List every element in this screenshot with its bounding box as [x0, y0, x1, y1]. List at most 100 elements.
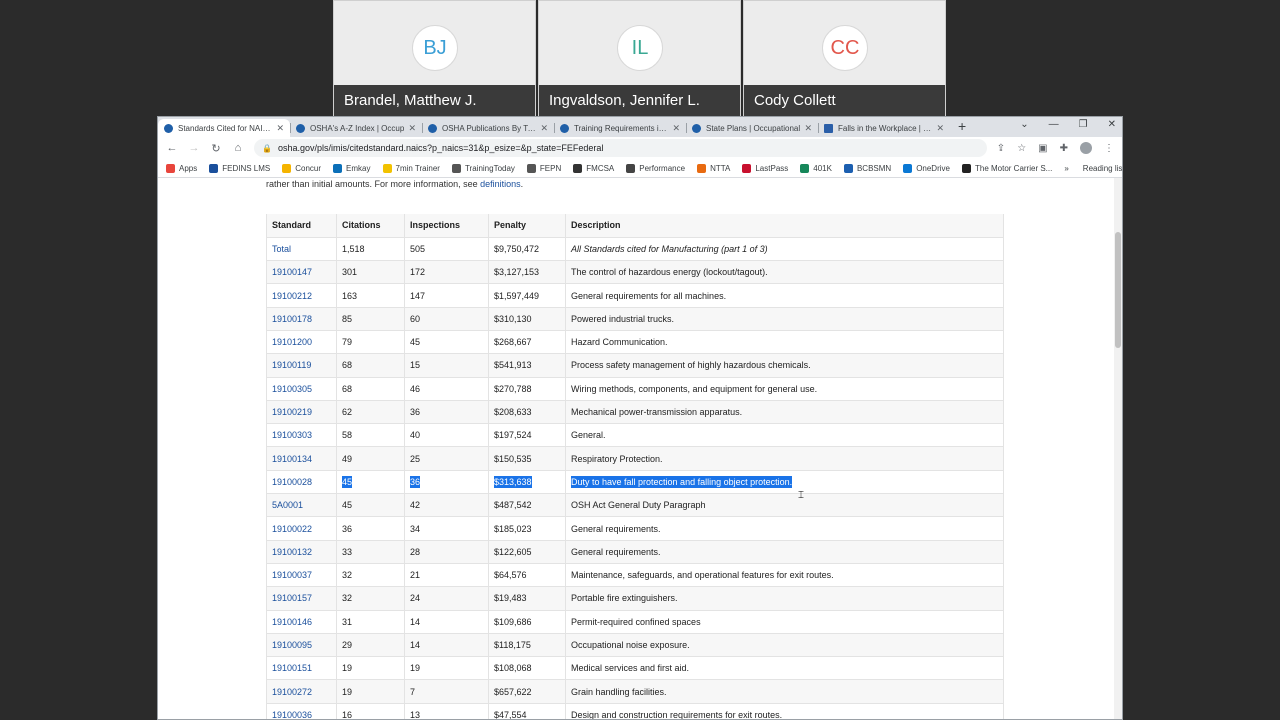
bookmark-item[interactable]: FMCSA: [573, 163, 614, 173]
cell-text[interactable]: 19101200: [272, 337, 312, 347]
participant-tile[interactable]: BJ Brandel, Matthew J.: [333, 0, 536, 117]
definitions-link[interactable]: definitions: [480, 179, 521, 189]
cell-standard[interactable]: 5A0001: [266, 493, 337, 518]
header-penalty[interactable]: Penalty: [488, 214, 566, 238]
bookmark-item[interactable]: TrainingToday: [451, 163, 515, 173]
cell-standard[interactable]: 19100147: [266, 260, 337, 285]
back-icon[interactable]: ←: [166, 142, 178, 154]
bookmark-item[interactable]: LastPass: [742, 163, 788, 173]
cell-text[interactable]: 19100219: [272, 407, 312, 417]
header-citations[interactable]: Citations: [336, 214, 405, 238]
cell-standard[interactable]: 19100305: [266, 377, 337, 401]
tab-osha-publications[interactable]: OSHA Publications By Type ✕: [422, 119, 554, 137]
page-scrollbar[interactable]: [1114, 178, 1122, 719]
tab-standards-cited[interactable]: Standards Cited for NAICS ✕: [158, 119, 290, 137]
address-bar[interactable]: 🔒 osha.gov/pls/imis/citedstandard.naics?…: [254, 139, 987, 157]
bookmark-item[interactable]: 7min Trainer: [382, 163, 440, 173]
share-icon[interactable]: ⇪: [997, 143, 1005, 154]
participant-tile[interactable]: IL Ingvaldson, Jennifer L.: [538, 0, 741, 117]
bookmark-item[interactable]: NTTA: [697, 163, 730, 173]
extension-icon[interactable]: ▣: [1038, 143, 1047, 154]
cell-text[interactable]: 19100132: [272, 547, 312, 557]
bookmark-item[interactable]: Performance: [626, 163, 685, 173]
close-icon[interactable]: ✕: [540, 123, 548, 134]
cell-standard[interactable]: 19100119: [266, 353, 337, 378]
cell-standard[interactable]: 19100219: [266, 400, 337, 425]
cell-text[interactable]: Total: [272, 244, 291, 254]
cell-text[interactable]: 19100146: [272, 617, 312, 627]
cell-text[interactable]: 5A0001: [272, 500, 303, 510]
url-text[interactable]: osha.gov/pls/imis/citedstandard.naics?p_…: [278, 143, 979, 153]
bookmark-item[interactable]: BCBSMN: [843, 163, 891, 173]
cell-text[interactable]: 19100134: [272, 454, 312, 464]
scrollbar-thumb[interactable]: [1115, 232, 1121, 348]
cell-text[interactable]: 19100151: [272, 663, 312, 673]
cell-standard[interactable]: 19100146: [266, 610, 337, 634]
forward-icon[interactable]: →: [188, 142, 200, 154]
cell-standard[interactable]: 19100095: [266, 633, 337, 658]
cell-standard[interactable]: 19100178: [266, 307, 337, 331]
close-icon[interactable]: ✕: [276, 123, 284, 134]
bookmark-item[interactable]: OneDrive: [903, 163, 950, 173]
cell-standard[interactable]: 19100212: [266, 283, 337, 308]
menu-kebab-icon[interactable]: ⋮: [1104, 143, 1114, 154]
cell-standard[interactable]: 19100151: [266, 656, 337, 681]
cell-description: Design and construction requirements for…: [565, 703, 1004, 719]
cell-text[interactable]: 19100036: [272, 710, 312, 719]
profile-avatar-icon[interactable]: [1080, 142, 1092, 154]
cell-standard[interactable]: 19100036: [266, 703, 337, 719]
cell-text[interactable]: 19100272: [272, 687, 312, 697]
cell-text[interactable]: 19100119: [272, 360, 311, 370]
cell-standard[interactable]: 19100037: [266, 563, 337, 588]
new-tab-button[interactable]: +: [950, 117, 974, 137]
bookmark-item[interactable]: The Motor Carrier S...: [961, 163, 1052, 173]
cell-text[interactable]: 19100212: [272, 291, 312, 301]
reading-list-button[interactable]: Reading list: [1083, 164, 1122, 173]
bookmark-item[interactable]: Apps: [166, 163, 197, 173]
reload-icon[interactable]: ↻: [210, 142, 222, 155]
header-standard[interactable]: Standard: [266, 214, 337, 238]
cell-text[interactable]: 19100028: [272, 477, 312, 487]
close-icon[interactable]: ✕: [408, 123, 416, 134]
cell-standard[interactable]: 19100272: [266, 679, 337, 704]
restore-icon[interactable]: ❐: [1079, 119, 1088, 130]
cell-text[interactable]: 19100095: [272, 640, 312, 650]
participant-tile[interactable]: CC Cody Collett: [743, 0, 946, 117]
bookmark-item[interactable]: FEPN: [526, 163, 561, 173]
close-icon[interactable]: ✕: [804, 123, 812, 134]
bookmark-item[interactable]: FEDINS LMS: [209, 163, 270, 173]
cell-standard[interactable]: 19100132: [266, 540, 337, 564]
tab-training-requirements[interactable]: Training Requirements in O ✕: [554, 119, 686, 137]
cell-standard[interactable]: 19100022: [266, 516, 337, 541]
cell-standard[interactable]: Total: [266, 237, 337, 262]
tab-osha-az-index[interactable]: OSHA's A-Z Index | Occup ✕: [290, 119, 422, 137]
tab-state-plans[interactable]: State Plans | Occupational ✕: [686, 119, 818, 137]
cell-text[interactable]: 19100022: [272, 524, 312, 534]
cell-text[interactable]: 19100178: [272, 314, 312, 324]
tab-falls-workplace[interactable]: Falls in the Workplace | NIO ✕: [818, 119, 950, 137]
cell-text[interactable]: 19100147: [272, 267, 312, 277]
close-icon[interactable]: ✕: [936, 123, 944, 134]
bookmark-star-icon[interactable]: ☆: [1017, 143, 1026, 154]
bookmark-item[interactable]: Emkay: [333, 163, 371, 173]
home-icon[interactable]: ⌂: [232, 142, 244, 154]
close-icon[interactable]: ✕: [672, 123, 680, 134]
cell-standard[interactable]: 19100157: [266, 586, 337, 611]
cell-standard[interactable]: 19100134: [266, 446, 337, 471]
bookmarks-overflow-button[interactable]: »: [1064, 164, 1068, 173]
header-description[interactable]: Description: [565, 214, 1004, 238]
close-window-icon[interactable]: ✕: [1108, 119, 1116, 130]
cell-text[interactable]: 19100303: [272, 430, 312, 440]
cell-text[interactable]: 19100305: [272, 384, 312, 394]
bookmark-item[interactable]: Concur: [282, 163, 321, 173]
bookmark-item[interactable]: 401K: [800, 163, 832, 173]
minimize-icon[interactable]: —: [1049, 119, 1059, 130]
extensions-puzzle-icon[interactable]: ✚: [1060, 143, 1068, 154]
cell-standard[interactable]: 19100028: [266, 470, 337, 495]
cell-standard[interactable]: 19100303: [266, 423, 337, 448]
header-inspections[interactable]: Inspections: [404, 214, 489, 238]
tab-search-icon[interactable]: ⌄: [1020, 119, 1028, 130]
cell-standard[interactable]: 19101200: [266, 330, 337, 355]
cell-text[interactable]: 19100037: [272, 570, 312, 580]
cell-text[interactable]: 19100157: [272, 593, 312, 603]
